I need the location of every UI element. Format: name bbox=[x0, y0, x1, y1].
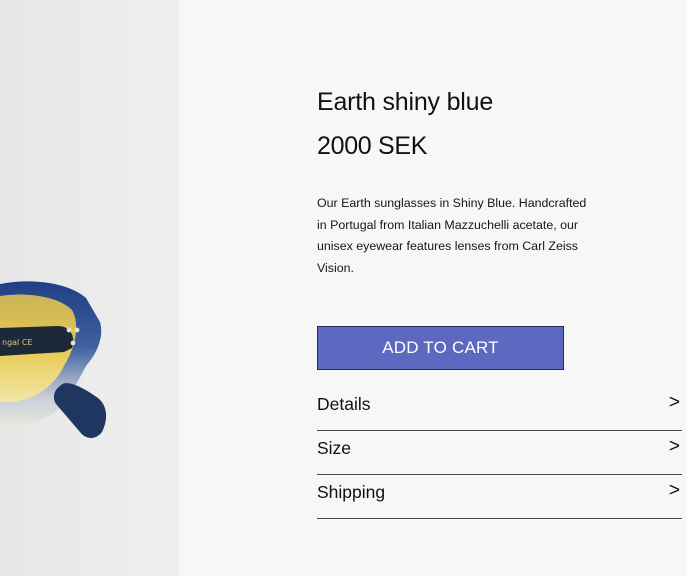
chevron-right-icon: > bbox=[668, 480, 680, 501]
chevron-right-icon: > bbox=[668, 436, 680, 457]
accordion-shipping-label: Shipping bbox=[317, 482, 386, 502]
temple-tip bbox=[53, 383, 107, 438]
accordion-shipping[interactable]: Shipping > bbox=[317, 475, 682, 519]
accordion-details[interactable]: Details > bbox=[317, 387, 682, 431]
temple-engraving: ngal CE bbox=[2, 338, 32, 347]
accordion-size-label: Size bbox=[317, 438, 352, 458]
product-title: Earth shiny blue bbox=[317, 88, 494, 116]
sunglasses-illustration: ngal CE bbox=[0, 281, 107, 438]
product-description: Our Earth sunglasses in Shiny Blue. Hand… bbox=[317, 196, 587, 275]
chevron-right-icon: > bbox=[668, 392, 680, 413]
rivet-icon bbox=[74, 327, 80, 333]
rivet-icon bbox=[70, 340, 76, 346]
rivet-icon bbox=[66, 327, 72, 333]
product-price: 2000 SEK bbox=[317, 132, 428, 160]
product-details: Earth shiny blue 2000 SEK Our Earth sung… bbox=[317, 0, 686, 576]
add-to-cart-button[interactable]: ADD TO CART bbox=[317, 326, 564, 370]
product-image: ngal CE bbox=[0, 0, 179, 576]
accordion-details-label: Details bbox=[317, 394, 371, 414]
accordion-size[interactable]: Size > bbox=[317, 431, 682, 475]
